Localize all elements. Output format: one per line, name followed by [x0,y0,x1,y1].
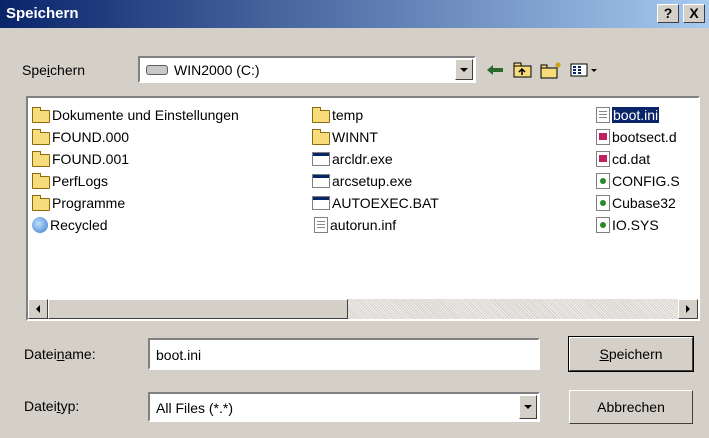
folder-icon [32,150,50,167]
list-item[interactable]: FOUND.001 [32,148,239,170]
settings-file-icon [314,217,328,233]
settings-file-icon [596,107,610,123]
data-file-icon [596,151,610,167]
system-file-icon [596,195,610,211]
filename-label: Dateiname: [24,346,96,362]
system-file-icon [596,217,610,233]
data-file-icon [596,129,610,145]
batch-file-icon [312,196,330,210]
list-item[interactable]: arcldr.exe [312,148,439,170]
list-item[interactable]: bootsect.d [594,126,680,148]
system-file-icon [596,173,610,189]
scrollbar-thumb[interactable] [48,299,348,319]
help-button[interactable]: ? [657,4,679,23]
drive-icon [146,65,168,75]
folder-icon [32,172,50,189]
filetype-label: Dateityp: [24,398,80,414]
scroll-left-button[interactable] [28,299,48,319]
list-item[interactable]: FOUND.000 [32,126,239,148]
exe-file-icon [312,174,330,188]
file-column-2: temp WINNT arcldr.exe arcsetup.exe AUTOE… [312,104,439,236]
list-item[interactable]: CONFIG.S [594,170,680,192]
list-item-selected[interactable]: boot.ini [594,104,680,126]
folder-icon [32,106,50,123]
list-item[interactable]: AUTOEXEC.BAT [312,192,439,214]
new-folder-icon[interactable] [538,58,564,82]
list-item[interactable]: cd.dat [594,148,680,170]
view-menu-icon[interactable] [568,58,602,82]
folder-icon [32,194,50,211]
lookin-dropdown-button[interactable] [455,59,473,80]
cancel-button[interactable]: Abbrechen [569,390,693,424]
list-item[interactable]: IO.SYS [594,214,680,236]
save-button[interactable]: Speichern [568,336,694,372]
close-button[interactable]: X [683,4,705,23]
horizontal-scrollbar[interactable] [28,299,698,319]
exe-file-icon [312,152,330,166]
list-item[interactable]: arcsetup.exe [312,170,439,192]
filetype-dropdown-button[interactable] [519,395,537,419]
arrow-right-icon [686,305,690,313]
list-item[interactable]: Programme [32,192,239,214]
scroll-right-button[interactable] [678,299,698,319]
window-title: Speichern [6,5,79,22]
up-folder-icon[interactable] [510,58,536,82]
list-item[interactable]: Cubase32 [594,192,680,214]
lookin-value: WIN2000 (C:) [174,62,260,78]
title-bar[interactable]: Speichern ? X [0,0,709,28]
recycle-bin-icon [32,217,48,233]
list-item[interactable]: temp [312,104,439,126]
folder-icon [312,106,330,123]
list-item[interactable]: PerfLogs [32,170,239,192]
lookin-combo[interactable]: WIN2000 (C:) [138,56,476,83]
file-column-1: Dokumente und Einstellungen FOUND.000 FO… [32,104,239,236]
lookin-label: Speichern [22,62,86,78]
filetype-value: All Files (*.*) [156,400,234,416]
arrow-left-icon [36,305,40,313]
list-item[interactable]: Recycled [32,214,239,236]
folder-icon [312,128,330,145]
file-column-3: boot.ini bootsect.d cd.dat CONFIG.S Cuba… [594,104,680,236]
list-item[interactable]: WINNT [312,126,439,148]
list-item[interactable]: autorun.inf [312,214,439,236]
file-list[interactable]: Dokumente und Einstellungen FOUND.000 FO… [26,96,700,321]
folder-icon [32,128,50,145]
filename-input[interactable]: boot.ini [148,338,540,370]
list-item[interactable]: Dokumente und Einstellungen [32,104,239,126]
back-arrow-icon[interactable] [482,58,508,82]
filename-value: boot.ini [156,347,202,363]
filetype-combo[interactable]: All Files (*.*) [148,392,540,422]
